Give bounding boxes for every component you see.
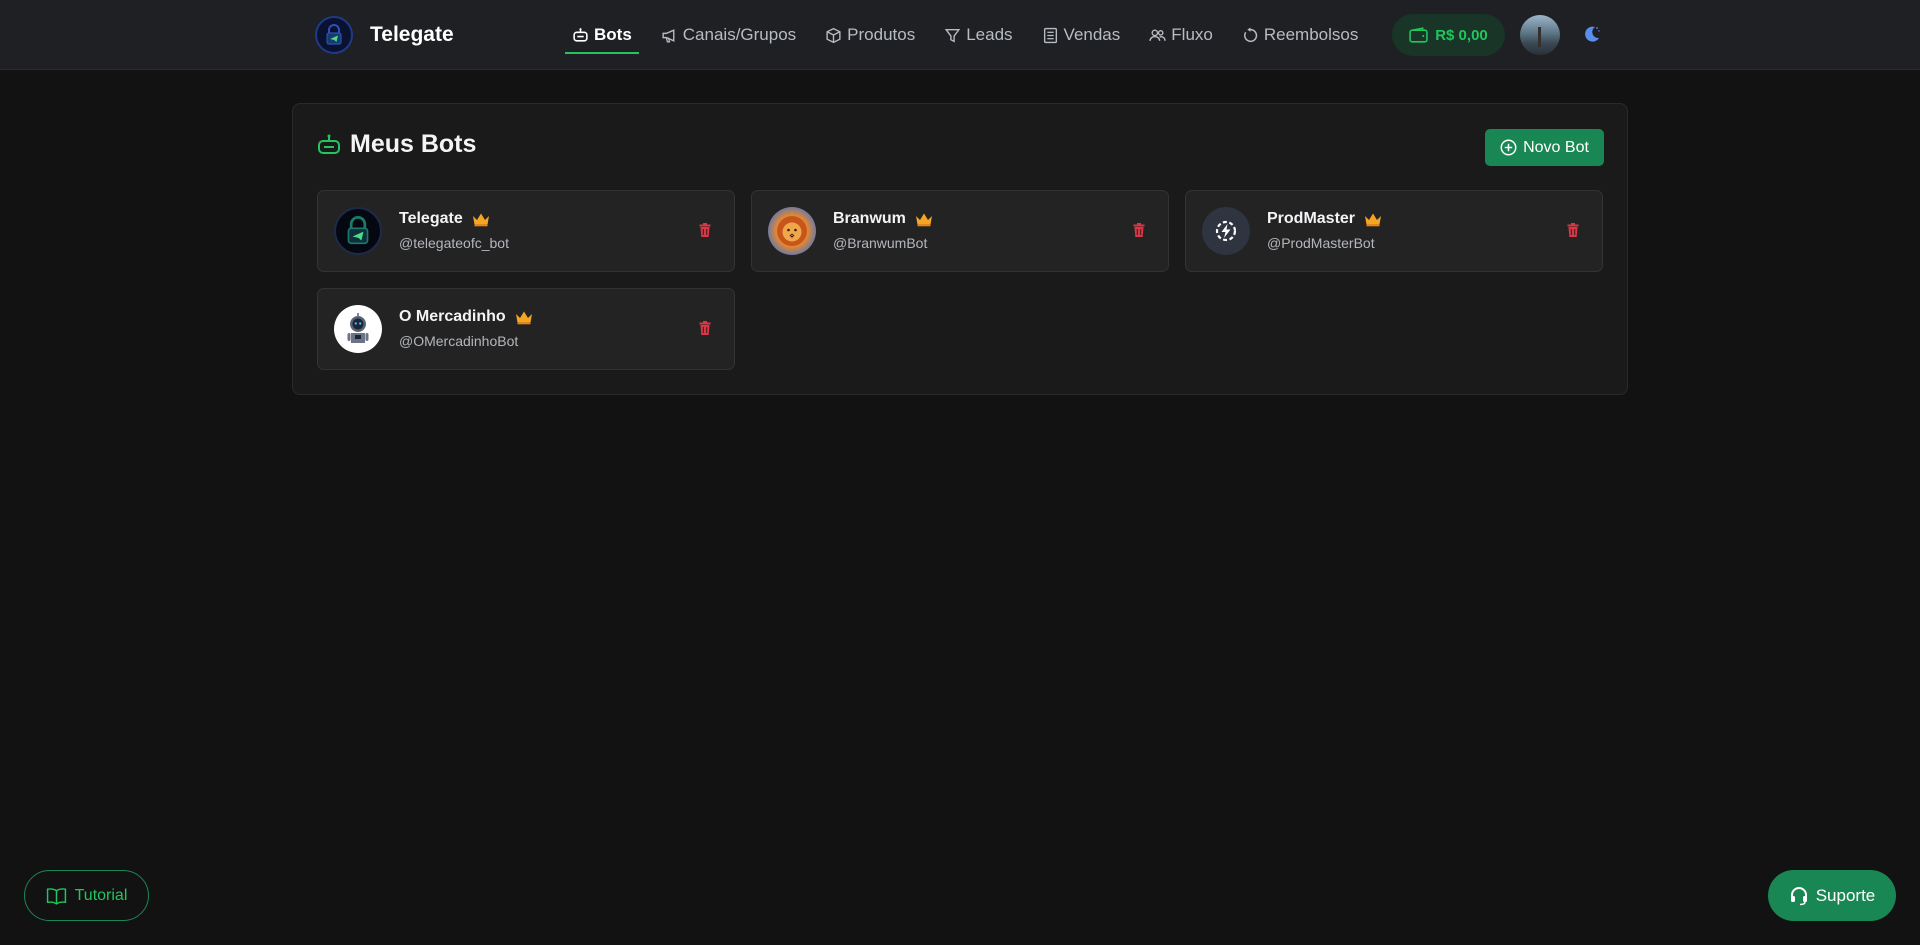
moon-icon [1585,26,1600,42]
bot-name-text: ProdMaster [1267,210,1356,227]
bot-name: Telegate [399,210,490,228]
nav-item-label: Vendas [1063,25,1121,44]
nav-item-label: Fluxo [1171,25,1213,44]
nav-item-label: Reembolsos [1263,25,1359,44]
bot-name-text: Branwum [833,210,906,227]
box-icon [826,27,841,43]
telegate-logo-icon [315,16,353,54]
theme-toggle-button[interactable] [1580,22,1604,46]
nav-item-canais-grupos[interactable]: Canais/Grupos [661,0,796,70]
brand[interactable]: Telegate [315,16,454,54]
filter-icon [944,28,961,42]
refresh-icon [1243,27,1258,42]
bot-handle: @ProdMasterBot [1267,235,1375,251]
bot-name-text: Telegate [399,210,463,227]
wallet-icon [1409,26,1428,43]
trash-icon [699,321,711,335]
nav-item-reembolsos[interactable]: Reembolsos [1242,0,1359,70]
trash-icon [699,223,711,237]
nav-item-label: Leads [966,25,1013,44]
page-title: Meus Bots [317,130,476,159]
nav-item-label: Produtos [847,25,916,44]
nav-item-fluxo[interactable]: Fluxo [1149,0,1213,70]
nav-item-label: Bots [594,25,632,44]
bot-name: Branwum [833,210,933,228]
tutorial-button[interactable]: Tutorial [24,870,149,921]
support-label: Suporte [1815,885,1876,905]
headset-icon [1790,886,1807,905]
robot-icon [573,27,588,42]
new-bot-label: Novo Bot [1523,138,1589,156]
support-button[interactable]: Suporte [1768,870,1896,921]
avatar[interactable] [1520,15,1560,55]
nav-item-leads[interactable]: Leads [944,0,1013,70]
bot-name: ProdMaster [1267,210,1382,228]
lion-avatar-icon [768,207,816,255]
plus-circle-icon [1500,139,1517,156]
crown-icon [515,310,533,325]
lightning-gear-avatar-icon [1202,207,1250,255]
delete-bot-button[interactable] [1567,223,1579,242]
crown-icon [915,212,933,227]
bot-handle: @BranwumBot [833,235,928,251]
trash-icon [1567,223,1579,237]
telegate-avatar-icon [334,207,382,255]
top-navbar: Telegate Bots Canais/Grupos Produtos Lea… [0,0,1920,70]
balance-badge[interactable]: R$ 0,00 [1392,14,1505,56]
nav-item-produtos[interactable]: Produtos [825,0,915,70]
receipt-icon [1043,27,1057,43]
megaphone-icon [662,28,675,43]
bots-panel: Meus Bots Novo Bot Telegate @telegateofc… [292,103,1628,395]
page-title-text: Meus Bots [350,130,477,158]
nav-item-vendas[interactable]: Vendas [1042,0,1121,70]
bot-card[interactable]: Telegate @telegateofc_bot [317,190,735,272]
new-bot-button[interactable]: Novo Bot [1485,129,1604,166]
bot-handle: @telegateofc_bot [399,235,509,251]
nav-item-bots[interactable]: Bots [565,0,639,70]
delete-bot-button[interactable] [1133,223,1145,242]
delete-bot-button[interactable] [699,223,711,242]
bot-handle: @OMercadinhoBot [399,333,519,349]
bot-card[interactable]: O Mercadinho @OMercadinhoBot [317,288,735,370]
nav-item-label: Canais/Grupos [682,25,797,44]
delete-bot-button[interactable] [699,321,711,340]
crown-icon [472,212,490,227]
users-icon [1149,28,1166,41]
bot-name-text: O Mercadinho [399,308,506,325]
main-nav: Bots Canais/Grupos Produtos Leads Vendas… [565,0,1387,70]
tutorial-label: Tutorial [74,886,128,904]
trash-icon [1133,223,1145,237]
robot-avatar-icon [334,305,382,353]
balance-amount: R$ 0,00 [1435,26,1488,44]
book-icon [46,887,66,905]
brand-name: Telegate [370,23,454,46]
bot-card[interactable]: ProdMaster @ProdMasterBot [1185,190,1603,272]
robot-icon [318,134,340,154]
bot-name: O Mercadinho [399,308,533,326]
bot-card[interactable]: Branwum @BranwumBot [751,190,1169,272]
crown-icon [1364,212,1382,227]
